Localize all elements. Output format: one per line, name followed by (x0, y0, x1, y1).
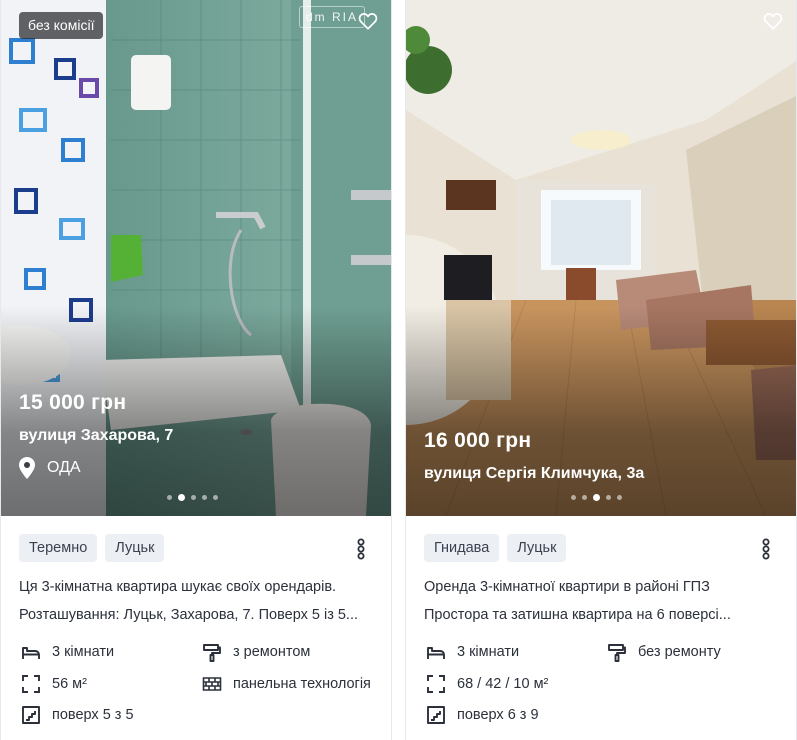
feature-area: 68 / 42 / 10 м² (426, 674, 548, 694)
photo-pagination[interactable] (167, 494, 218, 501)
listing-address[interactable]: вулиця Сергія Климчука, 3а (424, 465, 644, 483)
photo-pagination[interactable] (571, 494, 622, 501)
location-tags: Теремно Луцьк (19, 534, 165, 562)
pagination-dot-active[interactable] (593, 494, 600, 501)
listing-description-line: Простора та затишна квартира на 6 поверс… (424, 607, 731, 623)
listing-description-line: Ця 3-кімнатна квартира шукає своїх оренд… (19, 579, 337, 595)
listing-photo[interactable]: без комісії dm RIA 15 000 грн вулиця Зах… (1, 0, 391, 516)
heart-icon[interactable] (762, 10, 784, 32)
pagination-dot[interactable] (191, 495, 196, 500)
district-label: ОДА (47, 459, 81, 476)
tag-city[interactable]: Луцьк (507, 534, 567, 562)
feature-area: 56 м² (21, 674, 87, 694)
no-commission-badge: без комісії (19, 12, 104, 39)
tag-neighborhood[interactable]: Теремно (19, 534, 98, 562)
location-tags: Гнидава Луцьк (424, 534, 567, 562)
listing-description-line: Оренда 3-кімнатної квартири в районі ГПЗ (424, 579, 710, 595)
pagination-dot[interactable] (213, 495, 218, 500)
feature-floor: поверх 5 з 5 (21, 705, 134, 725)
stairs-icon (22, 706, 40, 724)
photo-shade (406, 306, 796, 516)
pagination-dot[interactable] (606, 495, 611, 500)
pagination-dot-active[interactable] (178, 494, 185, 501)
area-frame-icon (22, 675, 40, 693)
pagination-dot[interactable] (582, 495, 587, 500)
feature-rooms: 3 кімнати (426, 642, 519, 662)
feature-repair: без ремонту (607, 642, 721, 662)
listing-description-line: Розташування: Луцьк, Захарова, 7. Поверх… (19, 607, 359, 623)
heart-icon[interactable] (357, 10, 379, 32)
listing-price: 16 000 грн (424, 429, 532, 452)
pagination-dot[interactable] (571, 495, 576, 500)
paint-roller-icon (203, 644, 221, 662)
pagination-dot[interactable] (167, 495, 172, 500)
listing-district: ОДА (19, 456, 81, 480)
feature-repair: з ремонтом (202, 642, 310, 662)
listing-photo[interactable]: 16 000 грн вулиця Сергія Климчука, 3а (406, 0, 796, 516)
map-pin-icon (19, 457, 35, 479)
watermark-logo: dm RIA (299, 6, 366, 28)
feature-rooms: 3 кімнати (21, 642, 114, 662)
pagination-dot[interactable] (202, 495, 207, 500)
feature-building: панельна технологія (202, 674, 371, 694)
stairs-icon (427, 706, 445, 724)
feature-floor: поверх 6 з 9 (426, 705, 539, 725)
listing-card[interactable]: 16 000 грн вулиця Сергія Климчука, 3а Гн… (405, 0, 797, 740)
area-frame-icon (427, 675, 445, 693)
more-vertical-icon[interactable] (760, 538, 772, 560)
bed-icon (22, 647, 40, 659)
tag-city[interactable]: Луцьк (105, 534, 165, 562)
listing-address[interactable]: вулиця Захарова, 7 (19, 427, 173, 445)
more-vertical-icon[interactable] (355, 538, 367, 560)
brick-wall-icon (202, 677, 222, 691)
bed-icon (427, 647, 445, 659)
paint-roller-icon (608, 644, 626, 662)
pagination-dot[interactable] (617, 495, 622, 500)
tag-neighborhood[interactable]: Гнидава (424, 534, 500, 562)
listing-card[interactable]: без комісії dm RIA 15 000 грн вулиця Зах… (0, 0, 392, 740)
listing-price: 15 000 грн (19, 391, 127, 414)
